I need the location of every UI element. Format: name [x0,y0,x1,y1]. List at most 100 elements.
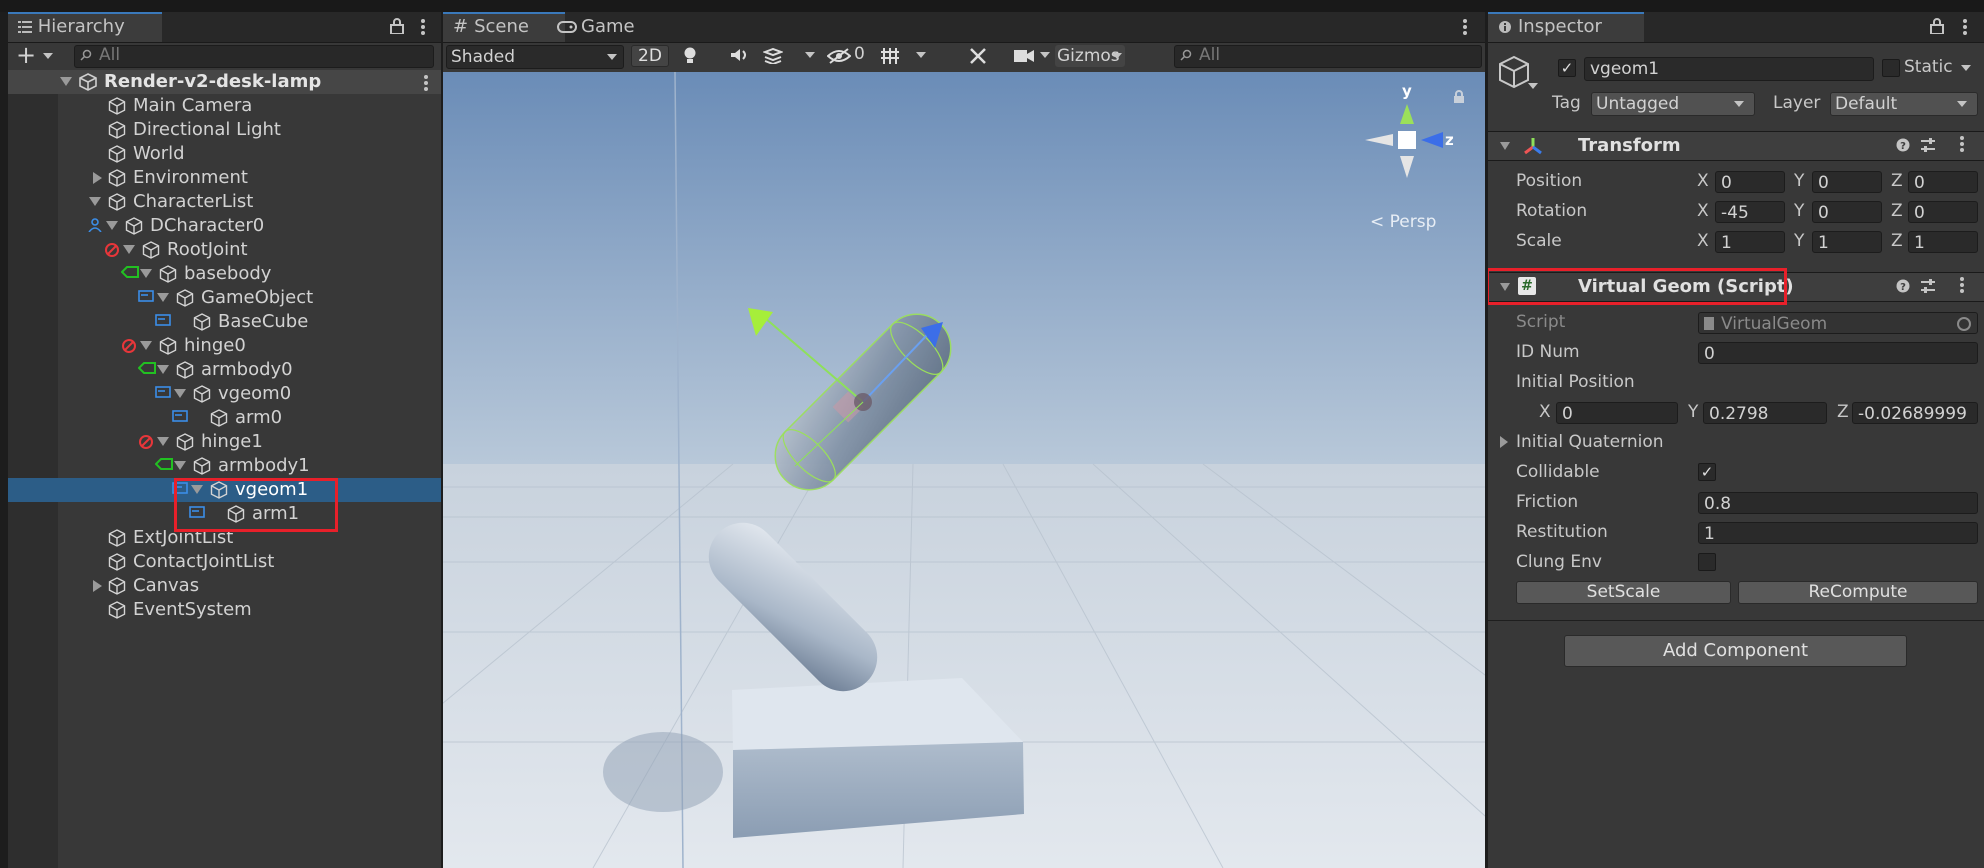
scene-row[interactable]: Render-v2-desk-lamp [8,70,441,94]
axis-x-label[interactable]: X [1539,402,1551,422]
hierarchy-row[interactable]: Environment [8,166,441,190]
object-name-field[interactable]: vgeom1 [1584,57,1874,81]
scene-search-input[interactable]: All [1174,45,1482,68]
effects-icon[interactable] [763,48,783,64]
scene-menu-icon[interactable] [1462,17,1468,37]
axis-y-label[interactable]: Y [1794,231,1804,251]
panel-splitter[interactable] [441,12,443,868]
hierarchy-row[interactable]: hinge0 [8,334,441,358]
transform-header[interactable]: Transform ? [1488,131,1984,161]
hierarchy-menu-icon[interactable] [420,17,426,37]
collidable-checkbox[interactable]: ✓ [1698,463,1716,481]
rotation-x-field[interactable]: -45 [1715,201,1785,223]
layer-dropdown[interactable]: Default [1830,92,1978,116]
recompute-button[interactable]: ReCompute [1738,581,1978,604]
chevron-down-icon[interactable] [1961,65,1971,71]
tab-hierarchy[interactable]: Hierarchy [8,12,162,42]
initial-position-x-field[interactable]: 0 [1556,402,1678,424]
axis-x-label[interactable]: X [1697,231,1709,251]
add-component-button[interactable]: Add Component [1564,635,1907,667]
position-z-field[interactable]: 0 [1908,171,1978,193]
chevron-down-icon[interactable] [1528,83,1538,89]
lock-icon[interactable] [1930,18,1944,34]
axis-z-label[interactable]: Z [1837,402,1849,422]
2d-toggle[interactable]: 2D [631,45,669,67]
clung-env-checkbox[interactable] [1698,553,1716,571]
axis-y-label[interactable]: Y [1688,402,1698,422]
axis-z-label[interactable]: Z [1891,231,1903,251]
hierarchy-row[interactable]: Main Camera [8,94,441,118]
grid-icon[interactable] [880,47,900,65]
chevron-down-icon[interactable] [43,53,53,59]
axis-y-label[interactable]: Y [1794,201,1804,221]
initial-position-y-field[interactable]: 0.2798 [1703,402,1827,424]
chevron-down-icon[interactable] [1040,52,1050,58]
lock-icon[interactable] [390,18,404,34]
axis-x-label[interactable]: X [1697,201,1709,221]
initial-position-z-field[interactable]: -0.02689999 [1852,402,1978,424]
hierarchy-search-input[interactable]: All [74,45,434,68]
scale-x-field[interactable]: 1 [1715,231,1785,253]
hierarchy-row[interactable]: basebody [8,262,441,286]
hierarchy-row[interactable]: vgeom0 [8,382,441,406]
axis-z-label[interactable]: Z [1891,201,1903,221]
hierarchy-row[interactable]: BaseCube [8,310,441,334]
chevron-down-icon[interactable] [1500,142,1510,150]
presets-icon[interactable] [1920,278,1936,294]
static-checkbox[interactable] [1882,59,1900,77]
axis-x-label[interactable]: X [1697,171,1709,191]
setscale-button[interactable]: SetScale [1516,581,1731,604]
rotation-z-field[interactable]: 0 [1908,201,1978,223]
panel-splitter[interactable] [1485,12,1488,868]
hierarchy-row[interactable]: RootJoint [8,238,441,262]
hierarchy-row[interactable]: Directional Light [8,118,441,142]
scene-viewport[interactable]: y z < Persp [443,72,1485,868]
draw-mode-dropdown[interactable]: Shaded [446,45,624,69]
orientation-gizmo[interactable]: y z [1361,82,1454,202]
hierarchy-row[interactable]: DCharacter0 [8,214,441,238]
hierarchy-row[interactable]: armbody0 [8,358,441,382]
chevron-down-icon[interactable] [174,461,186,470]
tag-dropdown[interactable]: Untagged [1591,92,1755,116]
chevron-down-icon[interactable] [157,293,169,302]
rotation-y-field[interactable]: 0 [1812,201,1882,223]
tools-icon[interactable] [969,47,987,65]
tab-game[interactable]: Game [547,12,661,42]
chevron-down-icon[interactable] [140,269,152,278]
axis-z-label[interactable]: Z [1891,171,1903,191]
restitution-field[interactable]: 1 [1698,522,1978,544]
hierarchy-row[interactable]: ContactJointList [8,550,441,574]
scale-y-field[interactable]: 1 [1812,231,1882,253]
chevron-down-icon[interactable] [89,197,101,206]
lightbulb-icon[interactable] [683,47,697,65]
audio-icon[interactable] [730,48,750,62]
target-icon[interactable] [1957,317,1971,331]
chevron-down-icon[interactable] [805,52,815,58]
chevron-down-icon[interactable] [140,341,152,350]
help-icon[interactable]: ? [1896,279,1910,293]
position-y-field[interactable]: 0 [1812,171,1882,193]
active-checkbox[interactable]: ✓ [1558,59,1576,77]
chevron-down-icon[interactable] [174,389,186,398]
chevron-right-icon[interactable] [93,580,102,592]
persp-label[interactable]: < Persp [1370,212,1436,232]
axis-y-label[interactable]: Y [1794,171,1804,191]
camera-icon[interactable] [1013,49,1035,63]
chevron-right-icon[interactable] [1500,436,1508,448]
visibility-icon[interactable] [827,48,851,64]
position-x-field[interactable]: 0 [1715,171,1785,193]
transform-menu-icon[interactable] [1959,134,1965,154]
chevron-down-icon[interactable] [157,365,169,374]
chevron-right-icon[interactable] [93,172,102,184]
vgeom-menu-icon[interactable] [1959,275,1965,295]
hierarchy-row[interactable]: World [8,142,441,166]
chevron-down-icon[interactable] [123,245,135,254]
initial-quaternion-label[interactable]: Initial Quaternion [1516,432,1664,452]
script-field[interactable]: VirtualGeom [1698,312,1978,334]
chevron-down-icon[interactable] [916,52,926,58]
hierarchy-row[interactable]: EventSystem [8,598,441,622]
hierarchy-row[interactable]: hinge1 [8,430,441,454]
tab-inspector[interactable]: Inspector [1488,12,1644,42]
scene-menu-icon[interactable] [423,73,429,93]
inspector-menu-icon[interactable] [1962,17,1968,37]
